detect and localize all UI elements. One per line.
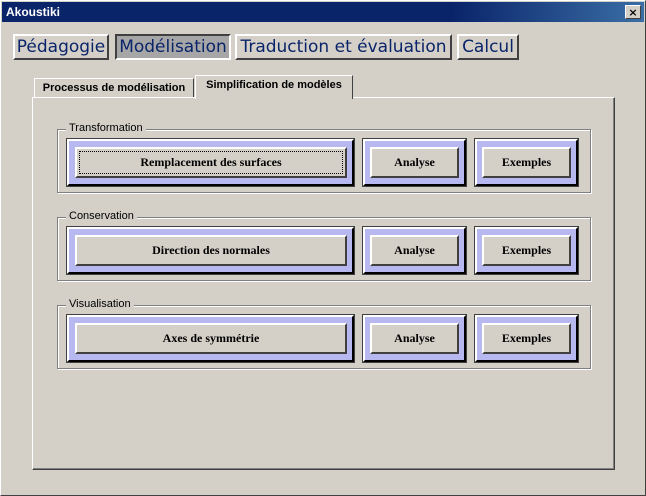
title-bar: Akoustiki ×	[2, 2, 644, 22]
app-window: Akoustiki × Pédagogie Modélisation Tradu…	[0, 0, 646, 496]
exemples-transformation-button[interactable]: Exemples	[482, 147, 571, 178]
axes-symmetrie-button[interactable]: Axes de symmétrie	[75, 323, 347, 354]
group-label-visualisation: Visualisation	[66, 298, 134, 310]
group-label-transformation: Transformation	[66, 122, 146, 134]
direction-normales-button[interactable]: Direction des normales	[75, 235, 347, 266]
subtab-processus-modelisation[interactable]: Processus de modélisation	[34, 78, 194, 99]
window-title: Akoustiki	[6, 5, 61, 19]
analyse-transformation-button[interactable]: Analyse	[370, 147, 459, 178]
remplacement-surfaces-button[interactable]: Remplacement des surfaces	[75, 147, 347, 178]
close-icon[interactable]: ×	[625, 5, 641, 19]
analyse-conservation-button[interactable]: Analyse	[370, 235, 459, 266]
exemples-visualisation-button[interactable]: Exemples	[482, 323, 571, 354]
tab-traduction-evaluation[interactable]: Traduction et évaluation	[235, 34, 452, 60]
exemples-conservation-button[interactable]: Exemples	[482, 235, 571, 266]
tab-calcul[interactable]: Calcul	[457, 34, 519, 60]
tab-pedagogie[interactable]: Pédagogie	[13, 34, 109, 60]
group-label-conservation: Conservation	[66, 210, 137, 222]
analyse-visualisation-button[interactable]: Analyse	[370, 323, 459, 354]
subtab-simplification-modeles[interactable]: Simplification de modèles	[195, 75, 353, 99]
tab-modelisation[interactable]: Modélisation	[115, 34, 231, 60]
